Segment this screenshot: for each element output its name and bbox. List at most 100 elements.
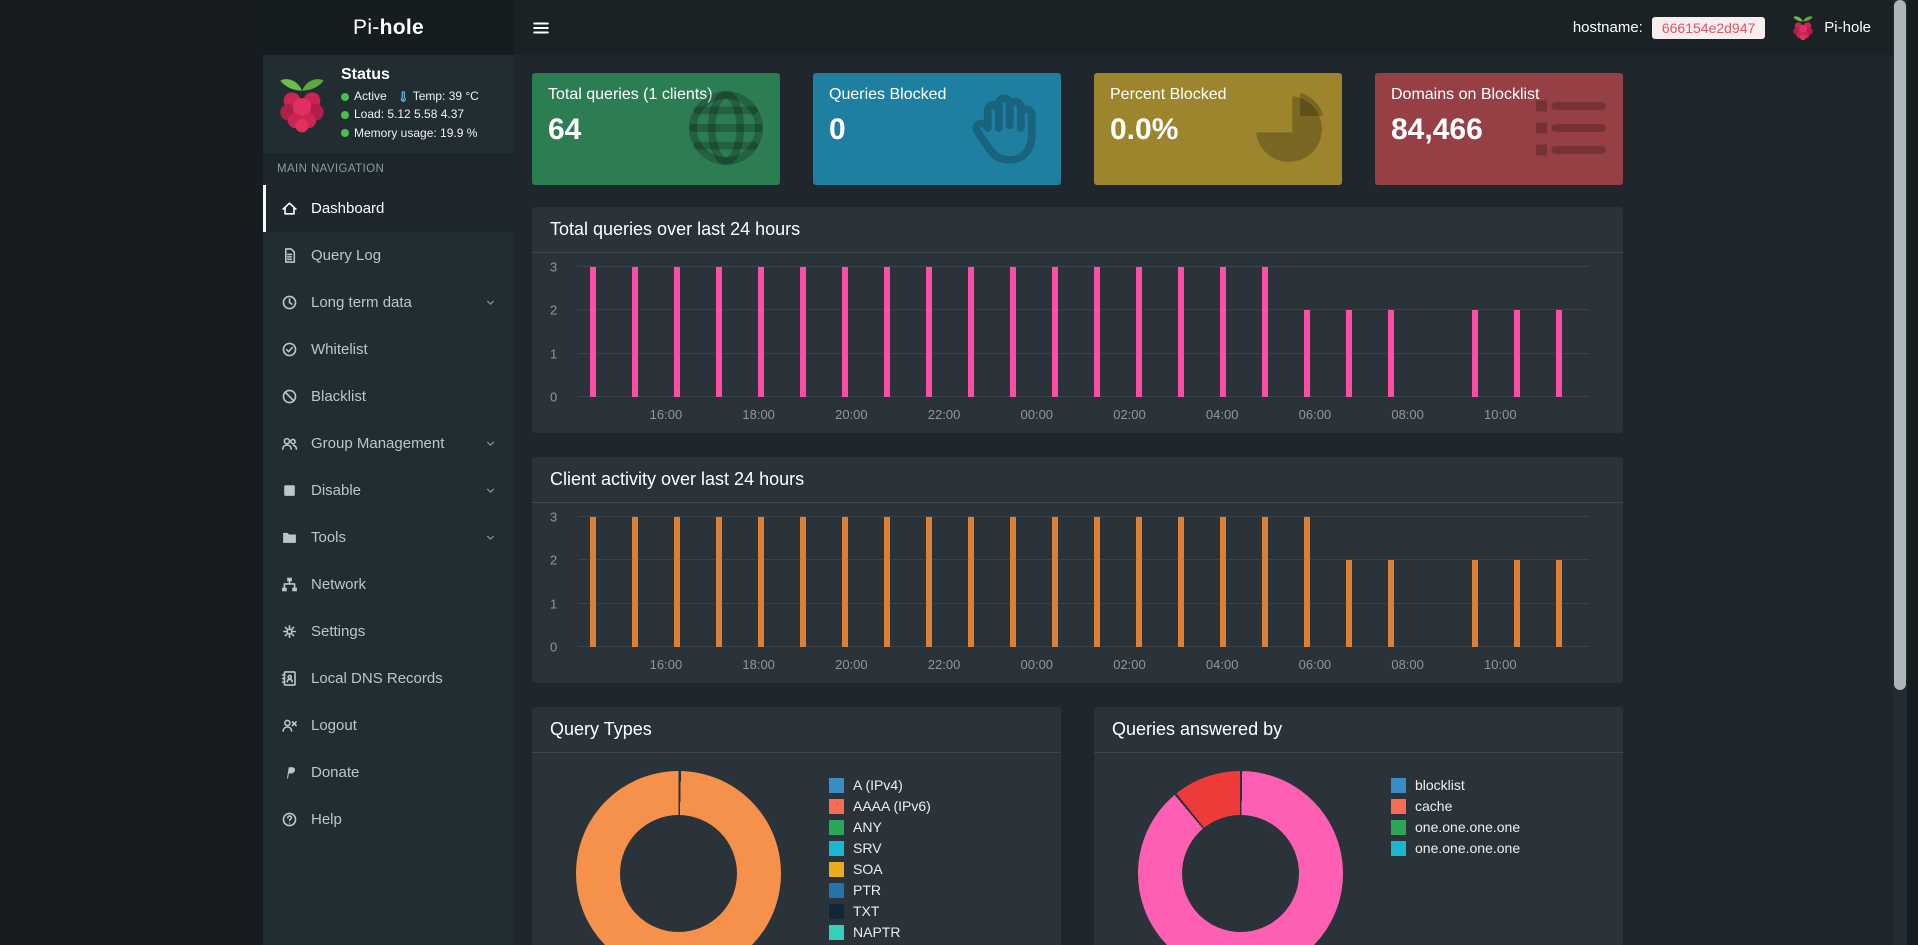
- legend-item-cache[interactable]: cache: [1391, 798, 1520, 814]
- status-panel: Status Active Temp: 39 °C Load: 5.12 5.58 …: [263, 55, 514, 153]
- legend-label: one.one.one.one: [1415, 840, 1521, 856]
- navbar-right: hostname: 666154e2d947 Pi-hole: [1573, 14, 1893, 41]
- y-axis-tick: 0: [550, 639, 558, 655]
- sidebar-toggle-button[interactable]: [514, 0, 568, 55]
- chart-bar: [1135, 267, 1142, 397]
- y-axis-tick: 1: [550, 596, 558, 612]
- x-axis-tick: 22:00: [927, 407, 961, 422]
- sidebar-item-blacklist[interactable]: Blacklist: [263, 373, 514, 420]
- brand-link[interactable]: Pi-hole: [263, 0, 514, 55]
- panel-total-queries: Total queries over last 24 hours 3 2 1 0 16:…: [532, 207, 1623, 433]
- panel-header: Client activity over last 24 hours: [532, 457, 1623, 503]
- panel-title: Total queries over last 24 hours: [550, 219, 801, 239]
- chart-bar: [632, 267, 639, 397]
- panel-body: A (IPv4) AAAA (IPv6) ANY SRV SOA PTR TXT NAPTR: [532, 753, 1061, 945]
- legend-item-one-one-one-one[interactable]: one.one.one.one: [1391, 819, 1520, 835]
- scrollbar-track[interactable]: [1893, 0, 1907, 945]
- x-axis-tick: 06:00: [1298, 407, 1332, 422]
- legend-item-a-ipv4[interactable]: A (IPv4): [829, 777, 931, 793]
- legend-label: TXT: [853, 903, 880, 919]
- legend-swatch: [829, 861, 844, 877]
- chart-bar: [1177, 267, 1184, 397]
- chevron-down-icon: [480, 296, 500, 309]
- status-lines: Active Temp: 39 °C Load: 5.12 5.58 4.37 Mem…: [341, 88, 502, 142]
- legend-label: AAAA (IPv6): [853, 798, 931, 814]
- legend-item-naptr[interactable]: NAPTR: [829, 924, 931, 940]
- ban-icon: [279, 388, 299, 405]
- sidebar-section-header: MAIN NAVIGATION: [263, 153, 514, 185]
- y-axis-tick: 2: [550, 302, 558, 318]
- gridline: [578, 646, 1589, 647]
- gears-icon: [279, 623, 299, 640]
- check-circle-icon: [279, 341, 299, 358]
- x-axis-tick: 16:00: [649, 657, 683, 672]
- users-icon: [279, 435, 299, 452]
- scrollbar-thumb[interactable]: [1894, 0, 1906, 690]
- queries-answered-legend: blocklist cache one.one.one.one one.one.one…: [1391, 771, 1520, 856]
- sidebar-item-label: Help: [311, 811, 342, 828]
- chart-bar: [1471, 560, 1478, 647]
- status-dot-icon: [341, 110, 349, 119]
- legend-item-blocklist[interactable]: blocklist: [1391, 777, 1520, 793]
- gridline: [578, 602, 1589, 604]
- bottom-panels-row: Query Types A (IPv4) AAAA (IPv6) ANY SRV SOA…: [532, 707, 1623, 945]
- chart-bar: [883, 517, 890, 647]
- paypal-icon: [279, 764, 299, 781]
- chevron-down-icon: [480, 437, 500, 450]
- legend-label: cache: [1415, 798, 1453, 814]
- sidebar-item-tools[interactable]: Tools: [263, 514, 514, 561]
- chart-bar: [1219, 267, 1226, 397]
- chart-bar: [1513, 310, 1520, 397]
- query-types-donut: [576, 771, 781, 945]
- legend-item-ptr[interactable]: PTR: [829, 882, 931, 898]
- x-axis-tick: 02:00: [1113, 657, 1146, 672]
- pie-icon: [1244, 84, 1332, 177]
- sidebar-item-whitelist[interactable]: Whitelist: [263, 326, 514, 373]
- globe-icon: [682, 84, 770, 177]
- question-circle-icon: [279, 811, 299, 828]
- list-icon: [1525, 84, 1613, 177]
- sidebar-item-help[interactable]: Help: [263, 796, 514, 843]
- sidebar-menu: Dashboard Query Log Long term data Whitelis…: [263, 185, 514, 843]
- hamburger-icon: [533, 21, 549, 34]
- chevron-down-icon: [480, 531, 500, 544]
- status-item: Active: [341, 88, 387, 105]
- hostname-label: hostname:: [1572, 19, 1643, 36]
- chart-bar: [1177, 517, 1184, 647]
- chart-bar: [967, 267, 974, 397]
- x-axis-tick: 18:00: [742, 657, 775, 672]
- chart-bar: [1555, 560, 1562, 647]
- sidebar-item-group-management[interactable]: Group Management: [263, 420, 514, 467]
- sidebar-item-logout[interactable]: Logout: [263, 702, 514, 749]
- sidebar-item-local-dns-records[interactable]: Local DNS Records: [263, 655, 514, 702]
- chart-bar: [1261, 517, 1268, 647]
- sidebar-item-query-log[interactable]: Query Log: [263, 232, 514, 279]
- status-dot-icon: [341, 129, 349, 138]
- sidebar-item-settings[interactable]: Settings: [263, 608, 514, 655]
- sidebar-item-long-term-data[interactable]: Long term data: [263, 279, 514, 326]
- legend-item-aaaa-ipv6[interactable]: AAAA (IPv6): [829, 798, 931, 814]
- legend-item-txt[interactable]: TXT: [829, 903, 931, 919]
- chart-bar: [842, 517, 848, 647]
- chart-bar: [590, 267, 597, 397]
- sidebar-item-disable[interactable]: Disable: [263, 467, 514, 514]
- y-axis-tick: 0: [550, 389, 558, 405]
- panel-header: Query Types: [532, 707, 1061, 753]
- sidebar-item-network[interactable]: Network: [263, 561, 514, 608]
- legend-item-srv[interactable]: SRV: [829, 840, 931, 856]
- navbar-main: hostname: 666154e2d947 Pi-hole: [514, 0, 1893, 55]
- sidebar-item-dashboard[interactable]: Dashboard: [263, 185, 514, 232]
- chart-bar: [1135, 517, 1142, 647]
- panel-header: Queries answered by: [1094, 707, 1623, 753]
- chart-bar: [1387, 310, 1394, 397]
- x-axis-tick: 08:00: [1391, 407, 1424, 422]
- legend-item-one-one-one-one[interactable]: one.one.one.one: [1391, 840, 1520, 856]
- sidebar-item-donate[interactable]: Donate: [263, 749, 514, 796]
- chart-bar: [1051, 517, 1058, 647]
- legend-item-any[interactable]: ANY: [829, 819, 931, 835]
- stat-card-domains-on-blocklist: Domains on Blocklist 84,466: [1375, 73, 1623, 185]
- clock-icon: [279, 294, 299, 311]
- legend-item-soa[interactable]: SOA: [829, 861, 931, 877]
- panel-query-types: Query Types A (IPv4) AAAA (IPv6) ANY SRV SOA…: [532, 707, 1061, 945]
- sidebar-item-label: Long term data: [311, 294, 412, 311]
